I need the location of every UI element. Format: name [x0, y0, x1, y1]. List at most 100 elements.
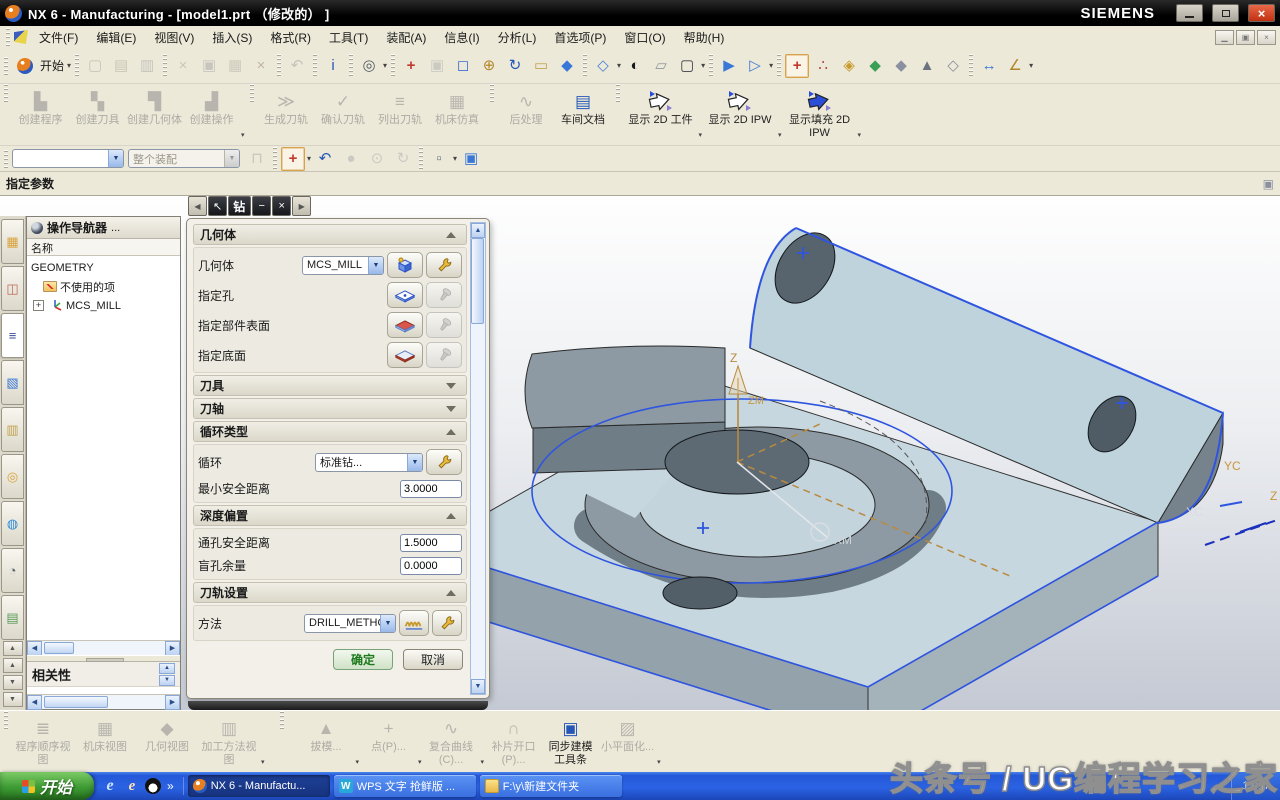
- composite-curve-button[interactable]: ∿复合曲线 (C)...: [423, 711, 480, 772]
- block-top-face[interactable]: [525, 346, 725, 428]
- shop-documentation-button[interactable]: ▤车间文档: [555, 84, 612, 145]
- bottom-display-button[interactable]: [426, 342, 462, 368]
- scroll-left-arrow[interactable]: ◀: [27, 695, 42, 710]
- paste-icon[interactable]: ▦: [223, 54, 247, 78]
- machining-method-view-button-dropdown[interactable]: ▾: [261, 758, 265, 766]
- show-2d-ipw-button[interactable]: 显示 2D IPW: [703, 84, 777, 145]
- create-operation-button-dropdown[interactable]: ▾: [241, 131, 245, 139]
- scroll-top-button[interactable]: ▲: [3, 641, 23, 656]
- measure-angle-icon-dropdown[interactable]: ▾: [1029, 61, 1033, 70]
- facet-body-button-dropdown[interactable]: ▾: [657, 758, 661, 766]
- menu-item-11[interactable]: 帮助(H): [675, 26, 734, 49]
- depth-offset-section-header[interactable]: 深度偏置: [193, 505, 467, 526]
- geometry-combo-arrow[interactable]: ▼: [368, 257, 383, 274]
- menu-item-3[interactable]: 插入(S): [203, 26, 261, 49]
- dialog-scrollbar-thumb[interactable]: [471, 238, 484, 324]
- small-hole[interactable]: [663, 577, 737, 609]
- through-clearance-input[interactable]: [400, 534, 462, 552]
- tree-item-unused[interactable]: 不使用的项: [27, 277, 180, 296]
- assembly-navigator-tab[interactable]: ▦: [1, 219, 24, 264]
- draft-button-dropdown[interactable]: ▾: [356, 758, 360, 766]
- cancel-button[interactable]: 取消: [403, 649, 463, 670]
- dialog-scroll-up-arrow[interactable]: ▲: [471, 223, 485, 238]
- feeds-speeds-button[interactable]: [399, 610, 429, 636]
- operation-navigator-tab[interactable]: ≡: [1, 313, 24, 358]
- mdi-close-button[interactable]: ×: [1257, 30, 1276, 45]
- collapse-icon[interactable]: [442, 513, 460, 519]
- delete-icon[interactable]: ×: [249, 54, 273, 78]
- name-column-header[interactable]: 名称: [27, 239, 180, 256]
- menu-item-9[interactable]: 首选项(P): [545, 26, 615, 49]
- scroll-left-arrow[interactable]: ◀: [27, 641, 42, 656]
- scroll-right-arrow[interactable]: ▶: [165, 641, 180, 656]
- roles-tab[interactable]: ▤: [1, 595, 24, 640]
- generate-toolpath-button[interactable]: ≫生成刀轨: [258, 84, 315, 145]
- menu-item-4[interactable]: 格式(R): [261, 26, 320, 49]
- machine-tool-view-button[interactable]: ▦机床视图: [74, 711, 136, 772]
- holes-display-button[interactable]: [426, 282, 462, 308]
- expand-icon[interactable]: [442, 406, 460, 412]
- draft-button[interactable]: ▲拔模...: [298, 711, 355, 772]
- dialog-prev-button[interactable]: ◀: [188, 196, 207, 216]
- cycle-type-section-header[interactable]: 循环类型: [193, 421, 467, 442]
- zoom-box-icon[interactable]: ▣: [425, 54, 449, 78]
- undo-view-icon[interactable]: ↶: [313, 147, 337, 171]
- iso-view-icon[interactable]: ◇: [591, 54, 615, 78]
- geometry-combo[interactable]: MCS_MILL ▼: [302, 256, 384, 275]
- background-icon[interactable]: ▢: [675, 54, 699, 78]
- rotate-axis-icon[interactable]: ↻: [391, 147, 415, 171]
- dialog-scrollbar[interactable]: ▲ ▼: [470, 222, 486, 695]
- tool-axis-section-header[interactable]: 刀轴: [193, 398, 467, 419]
- menu-item-1[interactable]: 编辑(E): [87, 26, 145, 49]
- dep-scroll-down-button[interactable]: ▼: [159, 675, 175, 686]
- taskbar-task[interactable]: WWPS 文字 抢鲜版 ...: [334, 775, 476, 797]
- browser-icon[interactable]: e: [123, 777, 141, 795]
- new-geometry-button[interactable]: [387, 252, 423, 278]
- geometry-view-button[interactable]: ◆几何视图: [136, 711, 198, 772]
- ie-icon[interactable]: e: [101, 777, 119, 795]
- method-combo[interactable]: DRILL_METHOD ▼: [304, 614, 396, 633]
- background-icon-dropdown[interactable]: ▾: [701, 61, 705, 70]
- rect-select-icon[interactable]: ▫: [427, 147, 451, 171]
- taskbar-task[interactable]: F:\y\新建文件夹: [480, 775, 622, 797]
- start-menu-label[interactable]: 开始: [40, 57, 64, 74]
- ok-button[interactable]: 确定: [333, 649, 393, 670]
- list-toolpath-button[interactable]: ≡列出刀轨: [372, 84, 429, 145]
- select-part-surface-button[interactable]: [387, 312, 423, 338]
- edit-geometry-button[interactable]: [426, 252, 462, 278]
- show-filled-2d-ipw-button-dropdown[interactable]: ▾: [858, 131, 862, 139]
- select-bottom-button[interactable]: [387, 342, 423, 368]
- snap-diamond-icon[interactable]: ◇: [941, 54, 965, 78]
- menu-item-5[interactable]: 工具(T): [320, 26, 377, 49]
- create-tool-button[interactable]: ▚创建刀具: [69, 84, 126, 145]
- tree-item-mcs-mill[interactable]: + MCS_MILL: [27, 296, 180, 315]
- transform-icon[interactable]: ◆: [889, 54, 913, 78]
- path-settings-section-header[interactable]: 刀轨设置: [193, 582, 467, 603]
- dialog-next-button[interactable]: ▶: [292, 196, 311, 216]
- selection-scope-combo[interactable]: 整个装配 ▼: [128, 149, 240, 168]
- tool-section-header[interactable]: 刀具: [193, 375, 467, 396]
- scroll-down-button[interactable]: ▼: [3, 675, 23, 690]
- menu-item-7[interactable]: 信息(I): [435, 26, 488, 49]
- cycle-combo[interactable]: 标准钻... ▼: [315, 453, 423, 472]
- menu-item-10[interactable]: 窗口(O): [615, 26, 674, 49]
- machine-simulation-button[interactable]: ▦机床仿真: [429, 84, 486, 145]
- expand-icon[interactable]: [442, 383, 460, 389]
- dependencies-horizontal-scrollbar[interactable]: ◀ ▶: [27, 694, 180, 709]
- assembly-clamp-icon[interactable]: ⊓: [245, 147, 269, 171]
- method-combo-arrow[interactable]: ▼: [380, 615, 395, 632]
- new-file-icon[interactable]: ▢: [83, 54, 107, 78]
- menu-item-0[interactable]: 文件(F): [30, 26, 87, 49]
- info-cursor-icon[interactable]: i: [321, 54, 345, 78]
- undo-icon[interactable]: ↶: [285, 54, 309, 78]
- select-cursor-icon[interactable]: ▲: [915, 54, 939, 78]
- dependencies-header[interactable]: 相关性 ▲ ▼: [27, 662, 180, 686]
- tree-item-geometry[interactable]: GEOMETRY: [27, 258, 180, 277]
- patch-opening-button[interactable]: ∩补片开口 (P)...: [485, 711, 542, 772]
- measure-angle-icon[interactable]: ∠: [1003, 54, 1027, 78]
- facet-body-button[interactable]: ▨小平面化...: [599, 711, 656, 772]
- machining-method-view-button[interactable]: ▥加工方法视图: [198, 711, 260, 772]
- show-2d-ipw-button-dropdown[interactable]: ▾: [778, 131, 782, 139]
- selection-scope-combo-arrow[interactable]: ▼: [224, 150, 239, 167]
- dep-scroll-up-button[interactable]: ▲: [159, 663, 175, 674]
